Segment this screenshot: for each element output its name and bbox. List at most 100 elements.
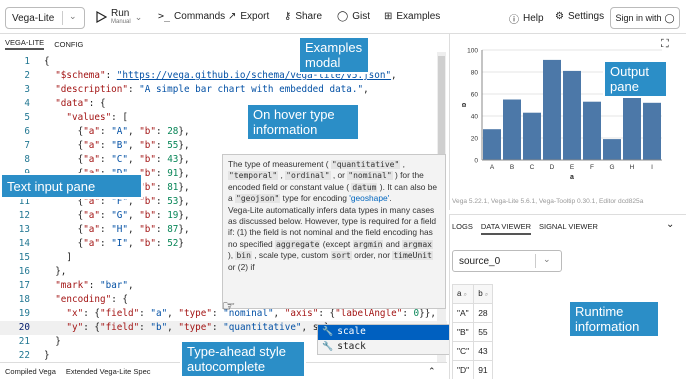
tab-compiled-vega[interactable]: Compiled Vega [5,367,56,376]
github-icon: ◯ [664,12,675,23]
code-line[interactable]: 7 {"a": "B", "b": 55}, [0,139,447,153]
code-text: } [44,336,61,347]
share-icon: ⚷ [284,11,292,22]
code-text: "mark": "bar", [55,280,134,291]
table-row: "D" 91 [451,360,494,379]
data-table: a ⌕ b ⌕ "A" 28 "B" 55 "C" 43 "D" 91 [451,284,494,379]
x-tick-label: I [651,164,653,171]
code-text: ] [44,252,72,263]
sign-in-button[interactable]: Sign in with ◯ [610,7,680,29]
commands-button[interactable]: >_ Commands [158,11,225,22]
y-tick-label: 60 [471,92,479,99]
code-text: "x": {"field": "a", "type": "nominal", "… [66,308,436,319]
tab-config[interactable]: Config [54,40,83,49]
x-tick-label: G [609,164,614,171]
examples-button[interactable]: ⊞ Examples [384,11,440,22]
line-number: 20 [18,322,30,333]
y-tick-label: 80 [471,70,479,77]
table-cell: "D" [451,360,475,379]
gear-icon: ⚙ [555,11,564,22]
table-cell: "A" [451,303,475,323]
settings-button[interactable]: ⚙ Settings [555,11,604,22]
code-line[interactable]: 6 {"a": "A", "b": 28}, [0,125,447,139]
bar [543,59,561,160]
divider [62,11,63,25]
tab-vega-lite[interactable]: Vega-Lite [5,38,45,50]
callout-typeahead: Type-ahead style autocomplete [180,340,306,378]
line-number: 13 [18,224,30,235]
toolbar: Vega-Lite ⌄ Run Manual ⌄ >_ Commands ↗ E… [0,0,686,34]
examples-label: Examples [396,11,441,22]
y-tick-label: 0 [474,158,478,165]
settings-label: Settings [567,11,605,22]
line-number: 14 [18,238,30,249]
code-text: }, [44,266,67,277]
tab-logs[interactable]: Logs [452,222,473,235]
line-number: 12 [18,210,30,221]
play-icon [96,11,107,23]
code-line[interactable]: 1{ [0,55,447,69]
chevron-down-icon: ⌄ [69,11,77,21]
search-icon: ⌕ [463,292,468,298]
export-label: Export [240,11,270,22]
code-text: {"a": "A", "b": 28}, [44,126,190,137]
terminal-icon: >_ [158,11,171,22]
gist-button[interactable]: ◯ Gist [337,11,370,22]
line-number: 1 [24,56,30,67]
code-text: {"a": "H", "b": 87}, [44,224,190,235]
sign-in-label: Sign in with [615,13,662,23]
share-button[interactable]: ⚷ Share [284,11,322,22]
dataset-value: source_0 [459,255,501,267]
run-label: Run [111,8,130,19]
runtime-tabs: Logs Data Viewer Signal Viewer [452,222,598,235]
code-line[interactable]: 4 "data": { [0,97,447,111]
hand-cursor-icon: ☞ [222,298,236,315]
help-button[interactable]: ⓘ Help [509,11,544,26]
line-number: 3 [24,84,30,95]
code-line[interactable]: 2 "$schema": "https://vega.github.io/sch… [0,69,447,83]
chevron-down-icon[interactable]: ⌄ [666,219,674,230]
github-icon: ◯ [337,11,349,22]
dataset-select[interactable]: source_0 ⌄ [452,250,562,272]
code-line[interactable]: 3 "description": "A simple bar chart wit… [0,83,447,97]
x-axis-title: a [570,174,574,181]
code-line[interactable]: 5 "values": [ [0,111,447,125]
wrench-icon: 🔧 [322,341,334,352]
code-text: "encoding": { [55,294,128,305]
export-icon: ↗ [228,11,237,22]
line-number: 4 [24,98,30,109]
column-header[interactable]: b ⌕ [473,284,494,304]
table-cell: "C" [451,341,475,361]
tab-data-viewer[interactable]: Data Viewer [480,222,531,235]
code-text: {"a": "C", "b": 43}, [44,154,190,165]
code-text: "description": "A simple bar chart with … [55,84,369,95]
callout-text-input: Text input pane [0,173,143,199]
x-tick-label: A [490,164,495,171]
help-label: Help [523,13,544,24]
y-tick-label: 100 [467,48,478,55]
x-tick-label: C [530,164,535,171]
table-cell: 43 [473,341,494,361]
chevron-down-icon[interactable]: ⌄ [135,12,143,23]
table-cell: 55 [473,322,494,342]
bar [523,112,541,160]
mode-select[interactable]: Vega-Lite ⌄ [5,7,85,29]
x-tick-label: E [570,164,575,171]
chevron-up-icon[interactable]: ⌃ [428,366,436,377]
column-header[interactable]: a ⌕ [451,284,475,304]
tab-extended-spec[interactable]: Extended Vega-Lite Spec [66,367,151,376]
tab-signal-viewer[interactable]: Signal Viewer [539,222,598,235]
x-tick-label: F [590,164,594,171]
run-button[interactable]: Run Manual ⌄ [95,8,142,26]
code-text: {"a": "G", "b": 19}, [44,210,190,221]
export-button[interactable]: ↗ Export [228,11,269,22]
line-number: 19 [18,308,30,319]
wrench-icon: 🔧 [322,327,334,337]
version-info: Vega 5.22.1, Vega-Lite 5.6.1, Vega-Toolt… [452,198,644,205]
code-text: "values": [ [66,112,128,123]
mode-select-value: Vega-Lite [12,12,55,24]
x-tick-label: D [550,164,555,171]
gist-label: Gist [352,11,370,22]
y-axis-title: b [462,103,468,107]
editor-tabs: Vega-Lite Config [0,36,447,52]
